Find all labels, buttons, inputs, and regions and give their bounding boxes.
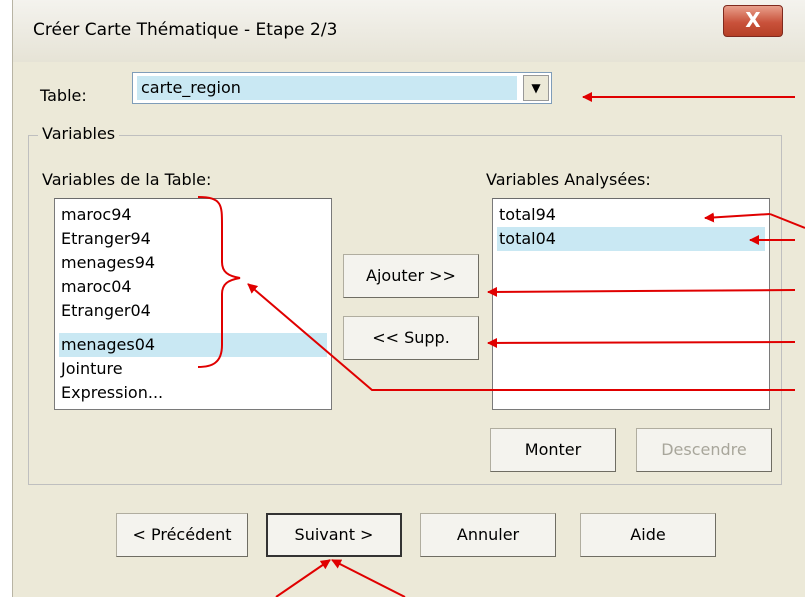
list-item[interactable]: Etranger94	[59, 227, 327, 251]
list-item[interactable]: Jointure	[59, 357, 327, 381]
list-item-selected[interactable]: total04	[497, 227, 765, 251]
list-item-selected[interactable]: menages04	[59, 333, 327, 357]
list-item[interactable]: maroc94	[59, 203, 327, 227]
list-item[interactable]: Etranger04	[59, 299, 327, 323]
variables-group-legend: Variables	[38, 124, 120, 143]
list-item[interactable]: menages94	[59, 251, 327, 275]
help-button[interactable]: Aide	[580, 513, 716, 557]
list-item[interactable]: Expression...	[59, 381, 327, 405]
list-item[interactable]: maroc04	[59, 275, 327, 299]
move-up-button[interactable]: Monter	[490, 428, 616, 472]
close-button[interactable]: X	[723, 5, 783, 37]
move-down-button: Descendre	[636, 428, 772, 472]
list-item[interactable]: total94	[497, 203, 765, 227]
table-dropdown-value: carte_region	[137, 76, 517, 100]
add-button[interactable]: Ajouter >>	[343, 254, 479, 298]
table-label: Table:	[40, 86, 87, 105]
chevron-down-icon[interactable]: ▼	[523, 75, 549, 101]
source-list-label: Variables de la Table:	[42, 170, 212, 189]
remove-button[interactable]: << Supp.	[343, 316, 479, 360]
title-bar: Créer Carte Thématique - Etape 2/3 X	[13, 0, 805, 62]
cancel-button[interactable]: Annuler	[420, 513, 556, 557]
window-title: Créer Carte Thématique - Etape 2/3	[33, 20, 338, 40]
analyzed-variables-list[interactable]: total94 total04	[492, 198, 770, 410]
previous-button[interactable]: < Précédent	[116, 513, 248, 557]
table-dropdown[interactable]: carte_region ▼	[132, 72, 552, 104]
next-button[interactable]: Suivant >	[266, 513, 402, 557]
target-list-label: Variables Analysées:	[486, 170, 651, 189]
source-variables-list[interactable]: maroc94 Etranger94 menages94 maroc04 Etr…	[54, 198, 332, 410]
